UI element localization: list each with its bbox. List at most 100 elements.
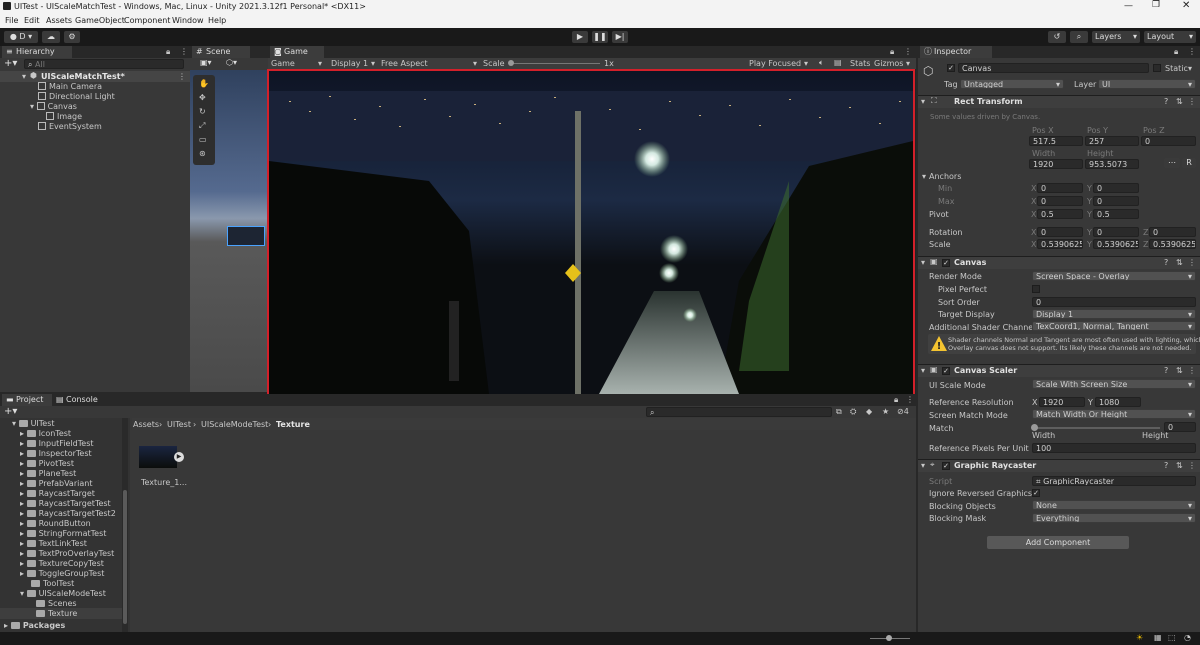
chevron-down-icon[interactable]: ▾ bbox=[804, 59, 808, 68]
blocking-objects-dropdown[interactable]: None ▾ bbox=[1032, 500, 1196, 510]
tree-scrollbar[interactable] bbox=[122, 418, 128, 632]
more-icon[interactable]: ⋮ bbox=[1188, 47, 1196, 56]
pause-button[interactable]: ❚❚ bbox=[592, 31, 608, 43]
game-view[interactable] bbox=[267, 69, 915, 396]
target-display-dropdown[interactable]: Display 1 ▾ bbox=[1032, 309, 1196, 319]
layer-dropdown[interactable]: UI ▾ bbox=[1098, 79, 1196, 89]
breadcrumb-uitest[interactable]: UITest bbox=[167, 420, 191, 429]
shader-channels-dropdown[interactable]: TexCoord1, Normal, Tangent ▾ bbox=[1032, 321, 1196, 331]
render-mode-dropdown[interactable]: Screen Space - Overlay ▾ bbox=[1032, 271, 1196, 281]
scale-slider-handle[interactable] bbox=[508, 60, 514, 66]
play-button[interactable]: ▶ bbox=[572, 31, 588, 43]
help-icon[interactable]: ? bbox=[1164, 97, 1168, 106]
static-checkbox[interactable] bbox=[1153, 64, 1161, 72]
preset-icon[interactable]: ⇅ bbox=[1176, 461, 1183, 470]
help-icon[interactable]: ? bbox=[1164, 366, 1168, 375]
scale-tool-icon[interactable]: ⤢ bbox=[199, 121, 205, 131]
menu-help[interactable]: Help bbox=[208, 16, 226, 25]
more-icon[interactable]: ⋮ bbox=[180, 47, 188, 56]
script-field[interactable]: ⌗ GraphicRaycaster bbox=[1032, 476, 1196, 486]
list-item[interactable]: ▾ ⬢ UIScaleMatchTest* ⋮ bbox=[0, 71, 190, 82]
expand-arrow-icon[interactable]: ▾ bbox=[22, 72, 26, 81]
expand-arrow-icon[interactable]: ▾ bbox=[921, 461, 925, 470]
ui-scale-mode-dropdown[interactable]: Scale With Screen Size ▾ bbox=[1032, 379, 1196, 389]
package-icon[interactable]: ⬚ bbox=[1168, 633, 1176, 642]
favorite-icon[interactable]: ★ bbox=[882, 407, 889, 416]
mute-audio-icon[interactable]: 🔈︎ bbox=[819, 58, 824, 68]
tree-item[interactable]: ▸ TextureCopyTest bbox=[20, 559, 104, 568]
label-icon[interactable]: ◆ bbox=[866, 407, 872, 416]
tree-item[interactable]: ▸ InputFieldTest bbox=[20, 439, 94, 448]
game-mode-dropdown[interactable]: Game bbox=[271, 59, 295, 68]
canvas-component-header[interactable]: ▾ ▣ ✓ Canvas ? ⇅ ⋮ bbox=[918, 256, 1200, 269]
sort-order-field[interactable]: 0 bbox=[1032, 297, 1196, 307]
expand-arrow-icon[interactable]: ▾ bbox=[921, 258, 925, 267]
chevron-down-icon[interactable]: ▾ bbox=[906, 59, 910, 68]
list-item[interactable]: Directional Light bbox=[38, 92, 115, 101]
draw-mode-icon[interactable]: ▣▾ bbox=[200, 58, 212, 67]
gizmos-button[interactable]: Gizmos bbox=[874, 59, 903, 68]
blocking-mask-dropdown[interactable]: Everything ▾ bbox=[1032, 513, 1196, 523]
transform-tool-icon[interactable]: ⊛ bbox=[199, 149, 206, 158]
scale-slider-track[interactable] bbox=[510, 63, 600, 64]
reference-resolution-x-field[interactable]: 1920 bbox=[1039, 397, 1085, 407]
zoom-slider-handle[interactable] bbox=[886, 635, 892, 641]
breadcrumb-uiscalemodetest[interactable]: UIScaleModeTest bbox=[201, 420, 268, 429]
lock-icon[interactable]: 🔒︎ bbox=[890, 47, 894, 57]
shortcut-icon[interactable]: ▤ bbox=[834, 58, 842, 67]
list-item[interactable]: ▾ Canvas bbox=[30, 102, 77, 111]
menu-edit[interactable]: Edit bbox=[24, 16, 40, 25]
breadcrumb-texture[interactable]: Texture bbox=[276, 420, 310, 429]
tree-item[interactable]: ▸ ToggleGroupTest bbox=[20, 569, 104, 578]
tab-console[interactable]: ▤ Console bbox=[52, 394, 116, 406]
display-dropdown[interactable]: Display 1 bbox=[331, 59, 368, 68]
play-focused-dropdown[interactable]: Play Focused bbox=[749, 59, 801, 68]
ignore-reversed-checkbox[interactable]: ✓ bbox=[1032, 489, 1040, 497]
tree-item[interactable]: ▾ UIScaleModeTest bbox=[20, 589, 106, 598]
active-checkbox[interactable]: ✓ bbox=[947, 64, 955, 72]
cache-icon[interactable]: ▦ bbox=[1154, 633, 1162, 642]
scene-canvas-thumbnail[interactable] bbox=[227, 226, 265, 246]
menu-file[interactable]: File bbox=[5, 16, 18, 25]
lock-icon[interactable]: 🔒︎ bbox=[1174, 47, 1178, 57]
pixel-perfect-checkbox[interactable] bbox=[1032, 285, 1040, 293]
scale-z-field[interactable]: 0.5390625 bbox=[1149, 239, 1196, 249]
cloud-button[interactable]: ☁ bbox=[42, 31, 60, 43]
more-icon[interactable]: ⋮ bbox=[904, 47, 912, 56]
close-icon[interactable]: ✕ bbox=[1182, 0, 1190, 11]
more-icon[interactable]: ⋮ bbox=[178, 72, 186, 81]
menu-assets[interactable]: Assets bbox=[46, 16, 72, 25]
history-button[interactable]: ↺ bbox=[1048, 31, 1066, 43]
tree-item[interactable]: Scenes bbox=[36, 599, 77, 608]
pivot-y-field[interactable]: 0.5 bbox=[1093, 209, 1139, 219]
maximize-icon[interactable]: ❐ bbox=[1152, 0, 1160, 10]
anchor-min-y-field[interactable]: 0 bbox=[1093, 183, 1139, 193]
match-slider-handle[interactable] bbox=[1031, 424, 1038, 431]
rotation-z-field[interactable]: 0 bbox=[1149, 227, 1196, 237]
breadcrumb-assets[interactable]: Assets bbox=[133, 420, 159, 429]
tab-game[interactable]: ◙ Game bbox=[270, 46, 324, 58]
pivot-x-field[interactable]: 0.5 bbox=[1037, 209, 1083, 219]
reference-resolution-y-field[interactable]: 1080 bbox=[1095, 397, 1141, 407]
search-button[interactable]: ⌕ bbox=[1070, 31, 1088, 43]
more-icon[interactable]: ⋮ bbox=[906, 395, 914, 404]
help-icon[interactable]: ? bbox=[1164, 461, 1168, 470]
anchor-min-x-field[interactable]: 0 bbox=[1037, 183, 1083, 193]
aspect-dropdown[interactable]: Free Aspect bbox=[381, 59, 428, 68]
menu-window[interactable]: Window bbox=[172, 16, 204, 25]
tree-scrollbar-thumb[interactable] bbox=[123, 490, 127, 624]
add-icon[interactable]: +▾ bbox=[4, 58, 17, 69]
width-field[interactable]: 1920 bbox=[1029, 159, 1083, 169]
gizmo-icon[interactable]: ⬡▾ bbox=[226, 58, 237, 67]
blueprint-mode-button[interactable]: ⋯ bbox=[1164, 158, 1180, 168]
tree-item[interactable]: ToolTest bbox=[31, 579, 74, 588]
progress-icon[interactable]: ◔ bbox=[1184, 633, 1191, 642]
anchor-max-y-field[interactable]: 0 bbox=[1093, 196, 1139, 206]
play-icon[interactable]: ▶ bbox=[174, 452, 184, 462]
expand-arrow-icon[interactable]: ▾ bbox=[921, 97, 925, 106]
preset-icon[interactable]: ⇅ bbox=[1176, 366, 1183, 375]
tree-item-packages[interactable]: ▸ Packages bbox=[4, 621, 65, 630]
anchors-label[interactable]: Anchors bbox=[929, 172, 961, 181]
rect-transform-header[interactable]: ▾ ⛶ Rect Transform ? ⇅ ⋮ bbox=[918, 95, 1200, 108]
tab-scene[interactable]: # Scene bbox=[192, 46, 250, 58]
